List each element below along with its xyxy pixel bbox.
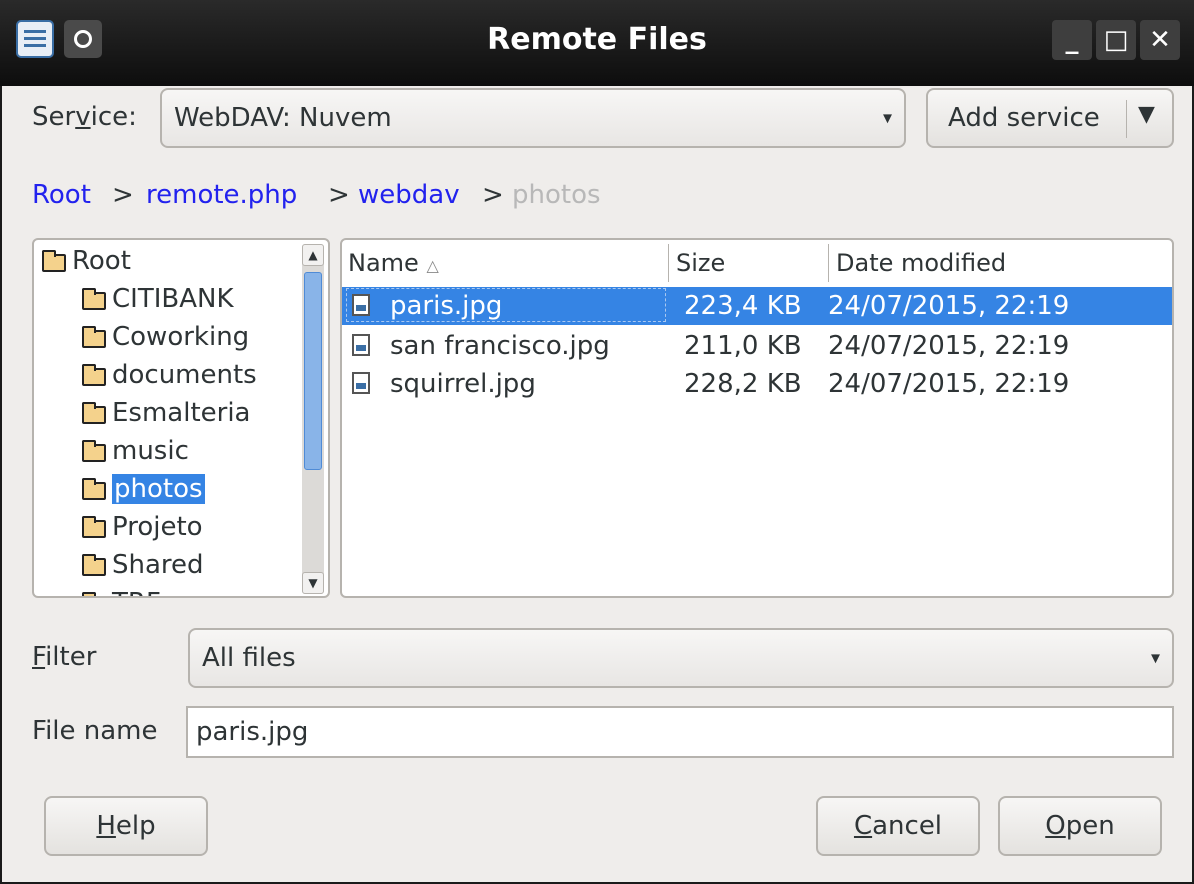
tree-item-selected[interactable]: photos [82, 472, 205, 506]
image-file-icon [352, 372, 370, 394]
folder-icon [82, 402, 106, 424]
folder-icon [82, 364, 106, 386]
filename-value: paris.jpg [196, 717, 309, 747]
tree-item[interactable]: music [82, 434, 189, 468]
add-service-label: Add service [948, 103, 1100, 133]
title-bar[interactable]: Remote Files _ □ ✕ [0, 0, 1194, 86]
tree-item[interactable]: Coworking [82, 320, 249, 354]
maximize-icon: □ [1103, 25, 1129, 55]
maximize-button[interactable]: □ [1096, 20, 1136, 60]
chevron-down-icon: ▾ [1150, 647, 1160, 669]
breadcrumb-separator: > [482, 180, 504, 210]
image-file-icon [352, 294, 370, 316]
breadcrumb-separator: > [328, 180, 350, 210]
breadcrumb-webdav[interactable]: webdav [358, 180, 460, 210]
folder-icon [82, 326, 106, 348]
image-file-icon [352, 334, 370, 356]
dropdown-arrow-icon[interactable]: ▼ [1138, 102, 1155, 127]
folder-icon [82, 288, 106, 310]
tree-item[interactable]: CITIBANK [82, 282, 234, 316]
folder-icon [82, 478, 106, 500]
folder-icon [82, 516, 106, 538]
cancel-button[interactable]: Cancel [816, 796, 980, 856]
chevron-down-icon: ▾ [882, 107, 892, 129]
breadcrumb-remote-php[interactable]: remote.php [146, 180, 297, 210]
scrollbar-thumb[interactable] [304, 272, 322, 470]
folder-icon [82, 440, 106, 462]
file-row[interactable]: squirrel.jpg 228,2 KB 24/07/2015, 22:19 [342, 365, 1172, 403]
filename-label: File name [32, 716, 158, 746]
filename-input[interactable]: paris.jpg [186, 706, 1174, 758]
tree-item[interactable]: TRF [82, 586, 161, 596]
column-header-date[interactable]: Date modified [836, 240, 1006, 286]
service-select-value: WebDAV: Nuvem [174, 103, 392, 133]
folder-icon [82, 592, 96, 596]
tree-item[interactable]: Shared [82, 548, 204, 582]
file-row[interactable]: san francisco.jpg 211,0 KB 24/07/2015, 2… [342, 327, 1172, 365]
tree-item[interactable]: Esmalteria [82, 396, 251, 430]
sort-ascending-icon: △ [426, 256, 439, 275]
column-header-name[interactable]: Name △ [348, 240, 439, 286]
service-select[interactable]: WebDAV: Nuvem ▾ [160, 88, 906, 148]
add-service-button[interactable]: Add service ▼ [926, 88, 1174, 148]
help-button[interactable]: Help [44, 796, 208, 856]
scroll-up-icon[interactable]: ▲ [302, 244, 324, 266]
folder-tree[interactable]: Root CITIBANK Coworking documents Esmalt… [32, 238, 330, 598]
close-icon: ✕ [1149, 25, 1171, 55]
service-label: Service: [32, 102, 137, 132]
close-button[interactable]: ✕ [1140, 20, 1180, 60]
minimize-button[interactable]: _ [1052, 20, 1092, 60]
file-row-selected[interactable]: paris.jpg 223,4 KB 24/07/2015, 22:19 [342, 287, 1172, 325]
filter-select-value: All files [202, 643, 296, 673]
column-header-size[interactable]: Size [676, 240, 725, 286]
column-divider[interactable] [828, 244, 829, 282]
tree-scrollbar[interactable]: ▲ ▼ [302, 244, 324, 594]
remote-files-dialog: Remote Files _ □ ✕ Service: WebDAV: Nuve… [0, 0, 1194, 884]
breadcrumb-current: photos [512, 180, 601, 210]
open-folder-icon [42, 250, 66, 272]
open-button[interactable]: Open [998, 796, 1162, 856]
filter-label: Filter [32, 642, 97, 672]
scroll-down-icon[interactable]: ▼ [302, 572, 324, 594]
tree-item-root[interactable]: Root [42, 244, 131, 278]
breadcrumb-root[interactable]: Root [32, 180, 91, 210]
column-divider[interactable] [668, 244, 669, 282]
breadcrumb-separator: > [112, 180, 134, 210]
window-title: Remote Files [487, 22, 707, 57]
split-divider [1126, 100, 1127, 138]
filter-select[interactable]: All files ▾ [188, 628, 1174, 688]
folder-icon [82, 554, 106, 576]
tree-item[interactable]: documents [82, 358, 257, 392]
tree-item[interactable]: Projeto [82, 510, 203, 544]
minimize-icon: _ [1065, 25, 1079, 55]
file-list[interactable]: Name △ Size Date modified paris.jpg 223,… [340, 238, 1174, 598]
